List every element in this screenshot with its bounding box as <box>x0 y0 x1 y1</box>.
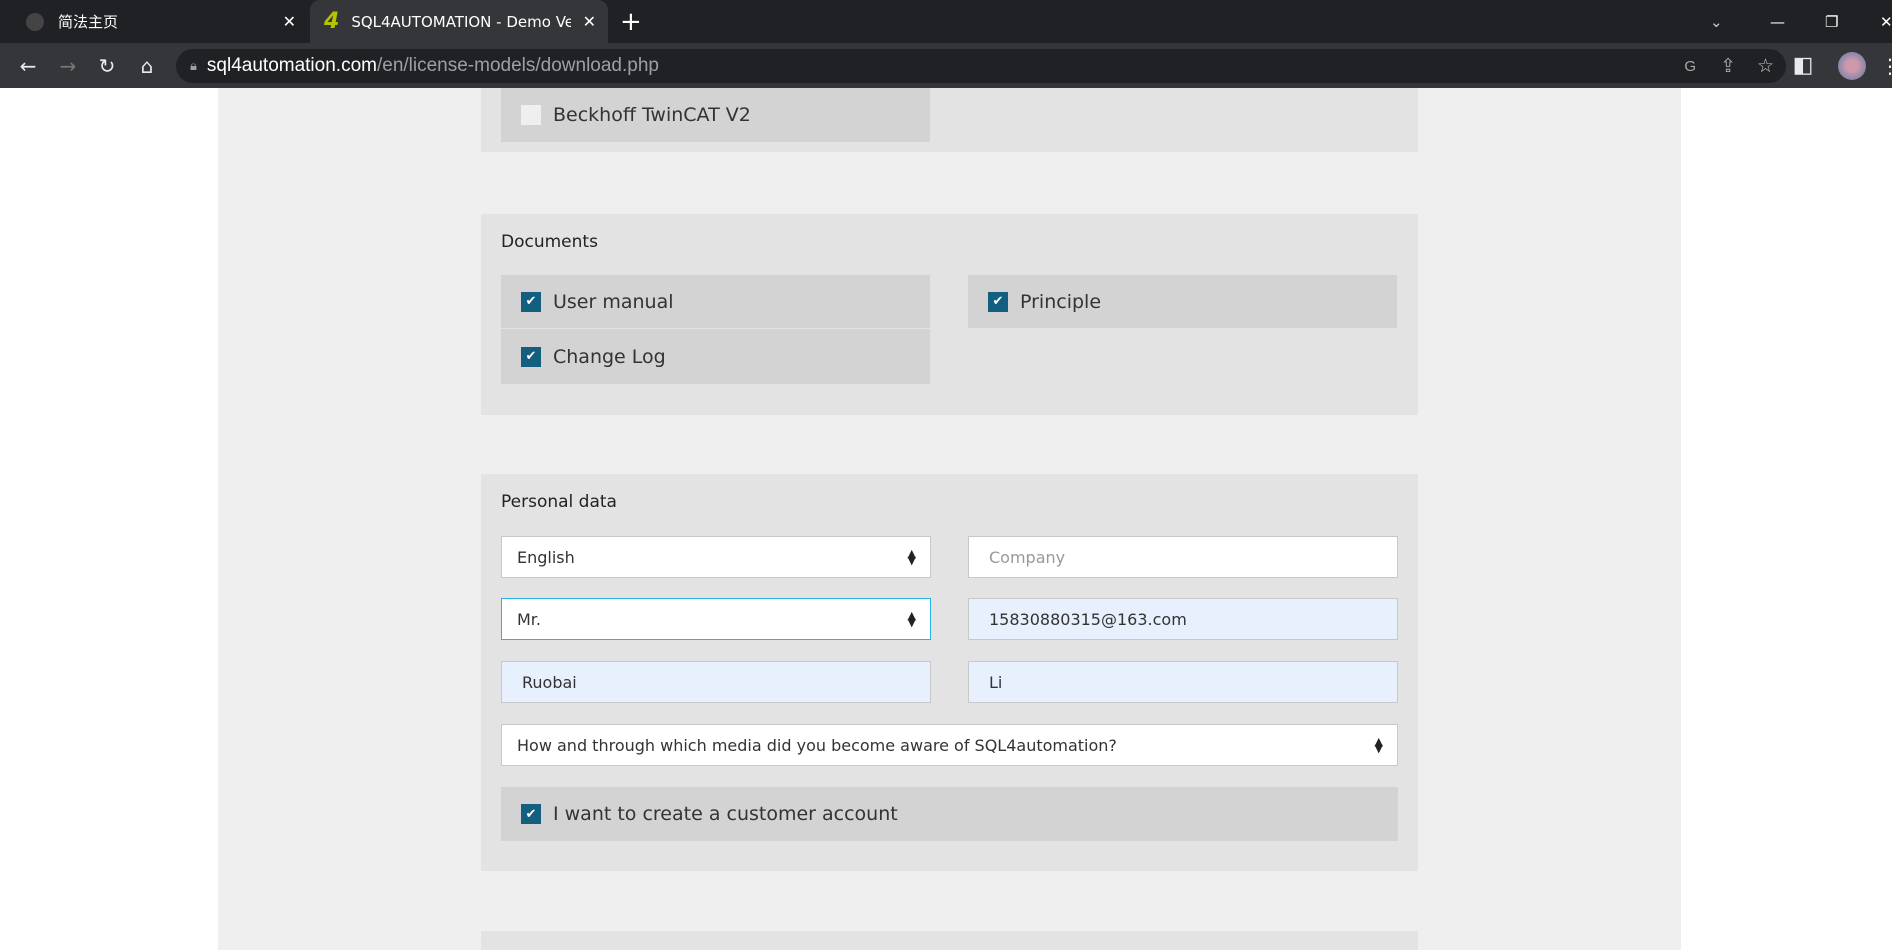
new-tab-button[interactable]: + <box>620 0 642 43</box>
checkbox-create-account[interactable]: ✔ I want to create a customer account <box>501 787 1398 841</box>
translate-icon[interactable]: G <box>1684 58 1696 75</box>
email-input[interactable]: 15830880315@163.com <box>968 598 1398 640</box>
avatar[interactable] <box>1834 43 1870 88</box>
tab-sql4automation[interactable]: 4 SQL4AUTOMATION - Demo Ve ✕ <box>310 0 608 43</box>
page-content: Beckhoff TwinCAT V2 Documents ✔ User manu… <box>0 88 1892 950</box>
media-source-select[interactable]: How and through which media did you beco… <box>501 724 1398 766</box>
home-icon[interactable]: ⌂ <box>129 43 165 88</box>
checkbox-label: User manual <box>553 290 674 313</box>
select-value: Mr. <box>517 609 541 629</box>
checkmark-icon[interactable]: ✔ <box>521 346 541 367</box>
reload-icon[interactable]: ↻ <box>89 43 125 88</box>
checkbox-label: Principle <box>1020 290 1102 313</box>
select-value: How and through which media did you beco… <box>517 735 1117 755</box>
close-tab-icon[interactable]: ✕ <box>283 12 296 31</box>
site-favicon <box>26 12 44 31</box>
personal-data-panel: Personal data English ▲ ▼ Company Mr. ▲ ▼ … <box>481 474 1418 871</box>
close-window-button[interactable]: ✕ <box>1880 0 1892 43</box>
sql4-favicon: 4 <box>324 9 340 34</box>
bookmark-star-icon[interactable]: ☆ <box>1757 55 1774 78</box>
select-value: English <box>517 547 575 567</box>
plc-panel: Beckhoff TwinCAT V2 <box>481 88 1418 152</box>
url-host: sql4automation.com <box>206 55 377 76</box>
tab-jianfa[interactable]: 简法主页 ✕ <box>12 0 308 43</box>
checkmark-icon[interactable]: ✔ <box>988 291 1008 312</box>
checkbox-label: Change Log <box>553 345 666 368</box>
input-value: Li <box>989 672 1003 692</box>
salutation-select[interactable]: Mr. ▲ ▼ <box>501 598 931 640</box>
tab-bar: 简法主页 ✕ 4 SQL4AUTOMATION - Demo Ve ✕ + ⌄ … <box>0 0 1892 43</box>
tab-title: SQL4AUTOMATION - Demo Ve <box>351 12 572 31</box>
next-panel <box>481 931 1418 950</box>
minimize-button[interactable]: — <box>1770 0 1785 43</box>
checkbox-user-manual[interactable]: ✔ User manual <box>501 275 930 328</box>
first-name-input[interactable]: Ruobai <box>501 661 931 703</box>
tab-title: 简法主页 <box>58 13 119 31</box>
input-value: Ruobai <box>522 672 577 692</box>
checkbox-icon[interactable] <box>521 105 541 125</box>
language-select[interactable]: English ▲ ▼ <box>501 536 931 578</box>
checkbox-principle[interactable]: ✔ Principle <box>968 275 1397 328</box>
sidepanel-icon[interactable]: ◧ <box>1785 43 1821 88</box>
close-tab-icon[interactable]: ✕ <box>583 12 596 31</box>
checkmark-icon[interactable]: ✔ <box>521 804 541 824</box>
share-icon[interactable]: ⇪ <box>1720 55 1736 78</box>
placeholder: Company <box>989 547 1066 567</box>
last-name-input[interactable]: Li <box>968 661 1398 703</box>
documents-panel: Documents ✔ User manual ✔ Principle ✔ Chang… <box>481 214 1418 415</box>
forward-icon[interactable]: → <box>50 43 86 88</box>
select-arrows-icon: ▲ ▼ <box>907 547 916 567</box>
company-input[interactable]: Company <box>968 536 1398 578</box>
checkbox-beckhoff-twincat-v2[interactable]: Beckhoff TwinCAT V2 <box>501 88 930 142</box>
back-icon[interactable]: ← <box>10 43 46 88</box>
section-title: Documents <box>501 232 598 252</box>
input-value: 15830880315@163.com <box>989 609 1187 629</box>
select-arrows-icon: ▲ ▼ <box>1374 735 1383 755</box>
checkbox-change-log[interactable]: ✔ Change Log <box>501 329 930 384</box>
url-path: /en/license-models/download.php <box>376 55 659 76</box>
tab-search-chevron-icon[interactable]: ⌄ <box>1710 0 1723 43</box>
menu-icon[interactable]: ⋮ <box>1872 43 1892 88</box>
lock-icon: 🔒︎ <box>190 58 197 73</box>
checkbox-label: Beckhoff TwinCAT V2 <box>553 104 751 126</box>
checkbox-label: I want to create a customer account <box>553 803 898 825</box>
section-title: Personal data <box>501 492 617 512</box>
restore-button[interactable]: ❐ <box>1825 0 1838 43</box>
checkmark-icon[interactable]: ✔ <box>521 291 541 312</box>
select-arrows-icon: ▲ ▼ <box>907 609 916 629</box>
address-bar[interactable]: 🔒︎ sql4automation.com/en/license-models/… <box>176 49 1786 83</box>
